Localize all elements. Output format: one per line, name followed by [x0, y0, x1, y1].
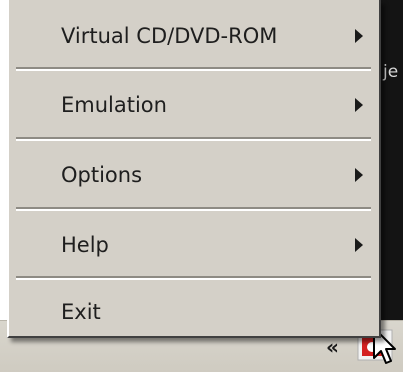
submenu-arrow-icon [355, 168, 363, 182]
menu-separator [16, 276, 371, 280]
submenu-arrow-icon [355, 29, 363, 43]
menu-item-help[interactable]: Help [9, 217, 379, 273]
menu-item-label: Help [61, 233, 109, 257]
menu-item-emulation[interactable]: Emulation [9, 77, 379, 133]
menu-separator [16, 207, 371, 211]
menu-item-label: Virtual CD/DVD-ROM [61, 24, 278, 48]
menu-item-label: Exit [61, 300, 101, 324]
menu-item-exit[interactable]: Exit [9, 284, 379, 340]
menu-separator [16, 67, 371, 71]
background-window-text: je [383, 62, 399, 82]
menu-item-label: Options [61, 163, 143, 187]
menu-separator [16, 137, 371, 141]
tray-expand-chevron[interactable]: « [326, 337, 339, 357]
submenu-arrow-icon [355, 98, 363, 112]
menu-item-options[interactable]: Options [9, 147, 379, 203]
menu-item-virtual-cd-dvd-rom[interactable]: Virtual CD/DVD-ROM [9, 8, 379, 64]
context-menu: Virtual CD/DVD-ROM Emulation Options Hel… [7, 0, 381, 338]
menu-item-label: Emulation [61, 93, 167, 117]
submenu-arrow-icon [355, 238, 363, 252]
